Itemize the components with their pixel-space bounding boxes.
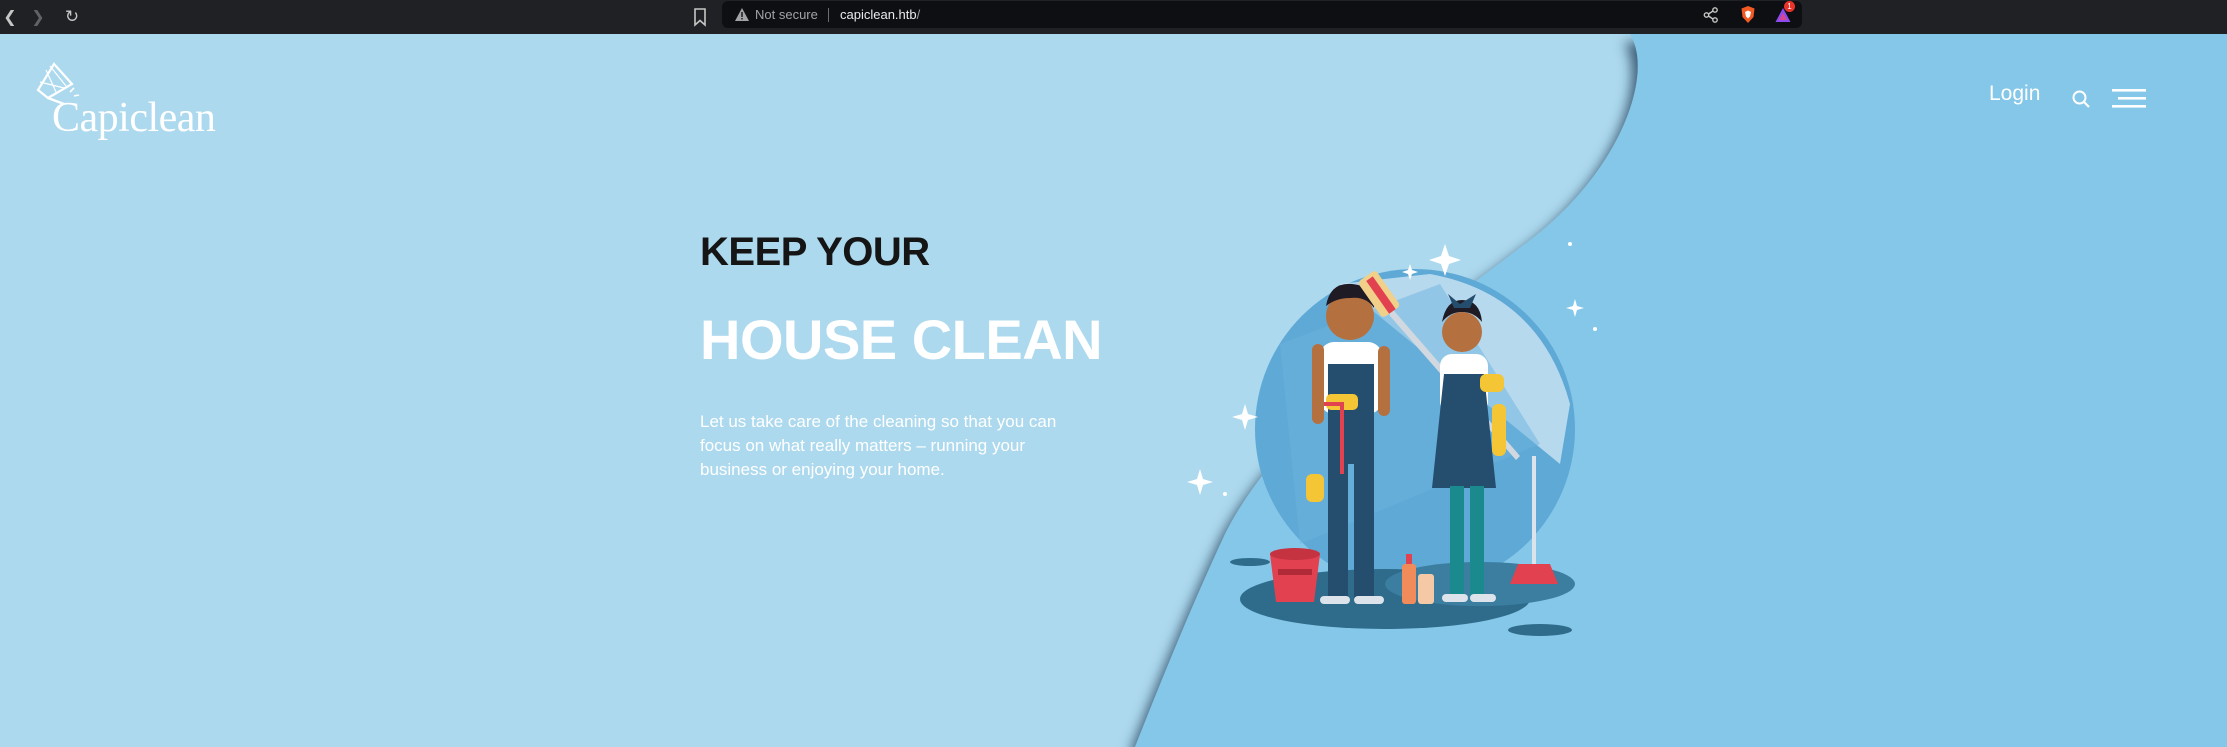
bookmark-icon[interactable] xyxy=(690,5,710,29)
back-button[interactable]: ❮ xyxy=(0,7,20,27)
hero-background-shape xyxy=(1135,34,2227,747)
hero-title: HOUSE CLEAN xyxy=(700,308,1103,371)
browser-toolbar: ❮ ❯ ↻ Not secure capiclean.htb/ 1 xyxy=(0,0,2227,34)
url-text[interactable]: capiclean.htb/ xyxy=(840,7,920,22)
omnibox-separator xyxy=(828,8,829,22)
page-viewport: Capiclean Login KEEP YOUR HOUSE CLEAN Le… xyxy=(0,34,2227,747)
login-link[interactable]: Login xyxy=(1989,82,2040,106)
hamburger-menu-icon[interactable] xyxy=(2112,86,2146,110)
search-icon[interactable] xyxy=(2071,89,2091,109)
share-icon[interactable] xyxy=(1702,6,1720,24)
warning-icon xyxy=(735,8,749,21)
security-status[interactable]: Not secure xyxy=(755,7,818,22)
forward-button[interactable]: ❯ xyxy=(28,7,48,27)
two-cleaners-illustration xyxy=(1187,242,1597,636)
hero-kicker: KEEP YOUR xyxy=(700,230,930,274)
rewards-badge: 1 xyxy=(1784,1,1795,12)
logo-text: Capiclean xyxy=(52,95,216,141)
brave-shields-icon[interactable] xyxy=(1740,5,1756,24)
hero-description: Let us take care of the cleaning so that… xyxy=(700,412,1057,479)
url-host: capiclean.htb xyxy=(840,7,917,22)
url-path: / xyxy=(916,7,921,22)
address-bar[interactable]: Not secure capiclean.htb/ 1 xyxy=(722,1,1802,28)
site-logo[interactable]: Capiclean xyxy=(26,62,226,142)
reload-button[interactable]: ↻ xyxy=(62,7,82,27)
